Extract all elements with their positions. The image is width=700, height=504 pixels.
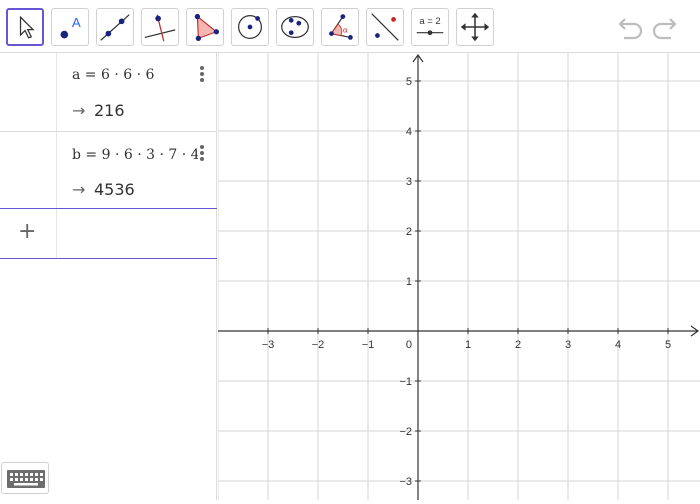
undo-icon: [618, 18, 643, 40]
conic-tool-button[interactable]: [276, 8, 314, 46]
x-tick-label: 1: [465, 339, 471, 351]
algebra-input-row[interactable]: +: [0, 209, 217, 259]
svg-text:a = 2: a = 2: [419, 16, 440, 27]
svg-text:α: α: [343, 26, 348, 35]
polygon-tool-button[interactable]: [186, 8, 224, 46]
y-tick-label: 3: [406, 176, 412, 188]
line-tool-button[interactable]: [96, 8, 134, 46]
keyboard-button[interactable]: [1, 462, 49, 494]
y-tick-label: −3: [399, 476, 412, 488]
more-options-icon[interactable]: [196, 144, 208, 162]
x-tick-label: −1: [362, 339, 375, 351]
slider-icon: a = 2: [416, 16, 444, 36]
algebra-item-definition[interactable]: a = 6 · 6 · 6: [72, 67, 198, 83]
keyboard-icon: [7, 470, 45, 488]
add-item-column: +: [0, 209, 57, 258]
y-tick-label: 1: [406, 276, 412, 288]
redo-button[interactable]: [651, 12, 681, 42]
move-graphics-view-tool-button[interactable]: [456, 8, 494, 46]
plus-icon[interactable]: +: [18, 219, 36, 244]
point-tool-button[interactable]: A: [51, 8, 89, 46]
algebra-item-value: 4536: [94, 180, 135, 199]
algebra-item-output: → 216: [72, 101, 125, 120]
more-options-icon[interactable]: [196, 65, 208, 83]
circle-tool-button[interactable]: [231, 8, 269, 46]
coordinate-plane[interactable]: −3 −2 −1 1 2 3 4 5 5 4 3 2 1 −1 −2 −3 0: [217, 30, 700, 500]
x-tick-label: 5: [665, 339, 671, 351]
svg-text:A: A: [72, 15, 81, 30]
slider-tool-button[interactable]: a = 2: [411, 8, 449, 46]
algebra-item-value: 216: [94, 101, 125, 120]
visibility-toggle-column[interactable]: [0, 132, 57, 208]
algebra-view: a = 6 · 6 · 6 → 216 b = 9 · 6 · 3 · 7 · 4…: [0, 53, 217, 500]
reflect-about-line-icon: [371, 13, 399, 41]
move-arrows-icon: [460, 12, 490, 42]
output-arrow-icon: →: [72, 101, 86, 120]
visibility-toggle-column[interactable]: [0, 53, 57, 131]
algebra-item[interactable]: b = 9 · 6 · 3 · 7 · 4 → 4536: [0, 132, 217, 209]
undo-button[interactable]: [614, 12, 644, 42]
y-tick-label: 2: [406, 226, 412, 238]
polygon-icon: [194, 13, 220, 42]
perpendicular-line-tool-button[interactable]: [141, 8, 179, 46]
y-tick-label: −2: [399, 426, 412, 438]
point-icon: A: [60, 15, 81, 39]
reflect-tool-button[interactable]: [366, 8, 404, 46]
y-tick-label: −1: [399, 376, 412, 388]
angle-icon: α: [329, 14, 353, 40]
x-tick-label: 4: [615, 339, 621, 351]
move-tool-button[interactable]: [6, 8, 44, 46]
origin-label: 0: [406, 339, 412, 351]
perpendicular-line-icon: [144, 14, 176, 42]
ellipse-icon: [281, 15, 309, 39]
x-tick-label: 3: [565, 339, 571, 351]
toolbar: A α a = 2: [0, 0, 700, 53]
algebra-input[interactable]: [58, 209, 217, 259]
angle-tool-button[interactable]: α: [321, 8, 359, 46]
circle-center-point-icon: [238, 15, 262, 39]
line-through-points-icon: [100, 14, 130, 41]
redo-icon: [652, 18, 677, 40]
graphics-view[interactable]: −3 −2 −1 1 2 3 4 5 5 4 3 2 1 −1 −2 −3 0: [217, 30, 700, 500]
y-tick-label: 4: [406, 126, 412, 138]
algebra-item[interactable]: a = 6 · 6 · 6 → 216: [0, 53, 217, 132]
x-tick-label: −2: [312, 339, 325, 351]
algebra-item-definition[interactable]: b = 9 · 6 · 3 · 7 · 4: [72, 147, 198, 163]
algebra-item-output: → 4536: [72, 180, 135, 199]
y-tick-label: 5: [406, 76, 412, 88]
cursor-arrow-icon: [19, 15, 35, 39]
x-tick-label: −3: [262, 339, 275, 351]
output-arrow-icon: →: [72, 180, 86, 199]
x-tick-label: 2: [515, 339, 521, 351]
